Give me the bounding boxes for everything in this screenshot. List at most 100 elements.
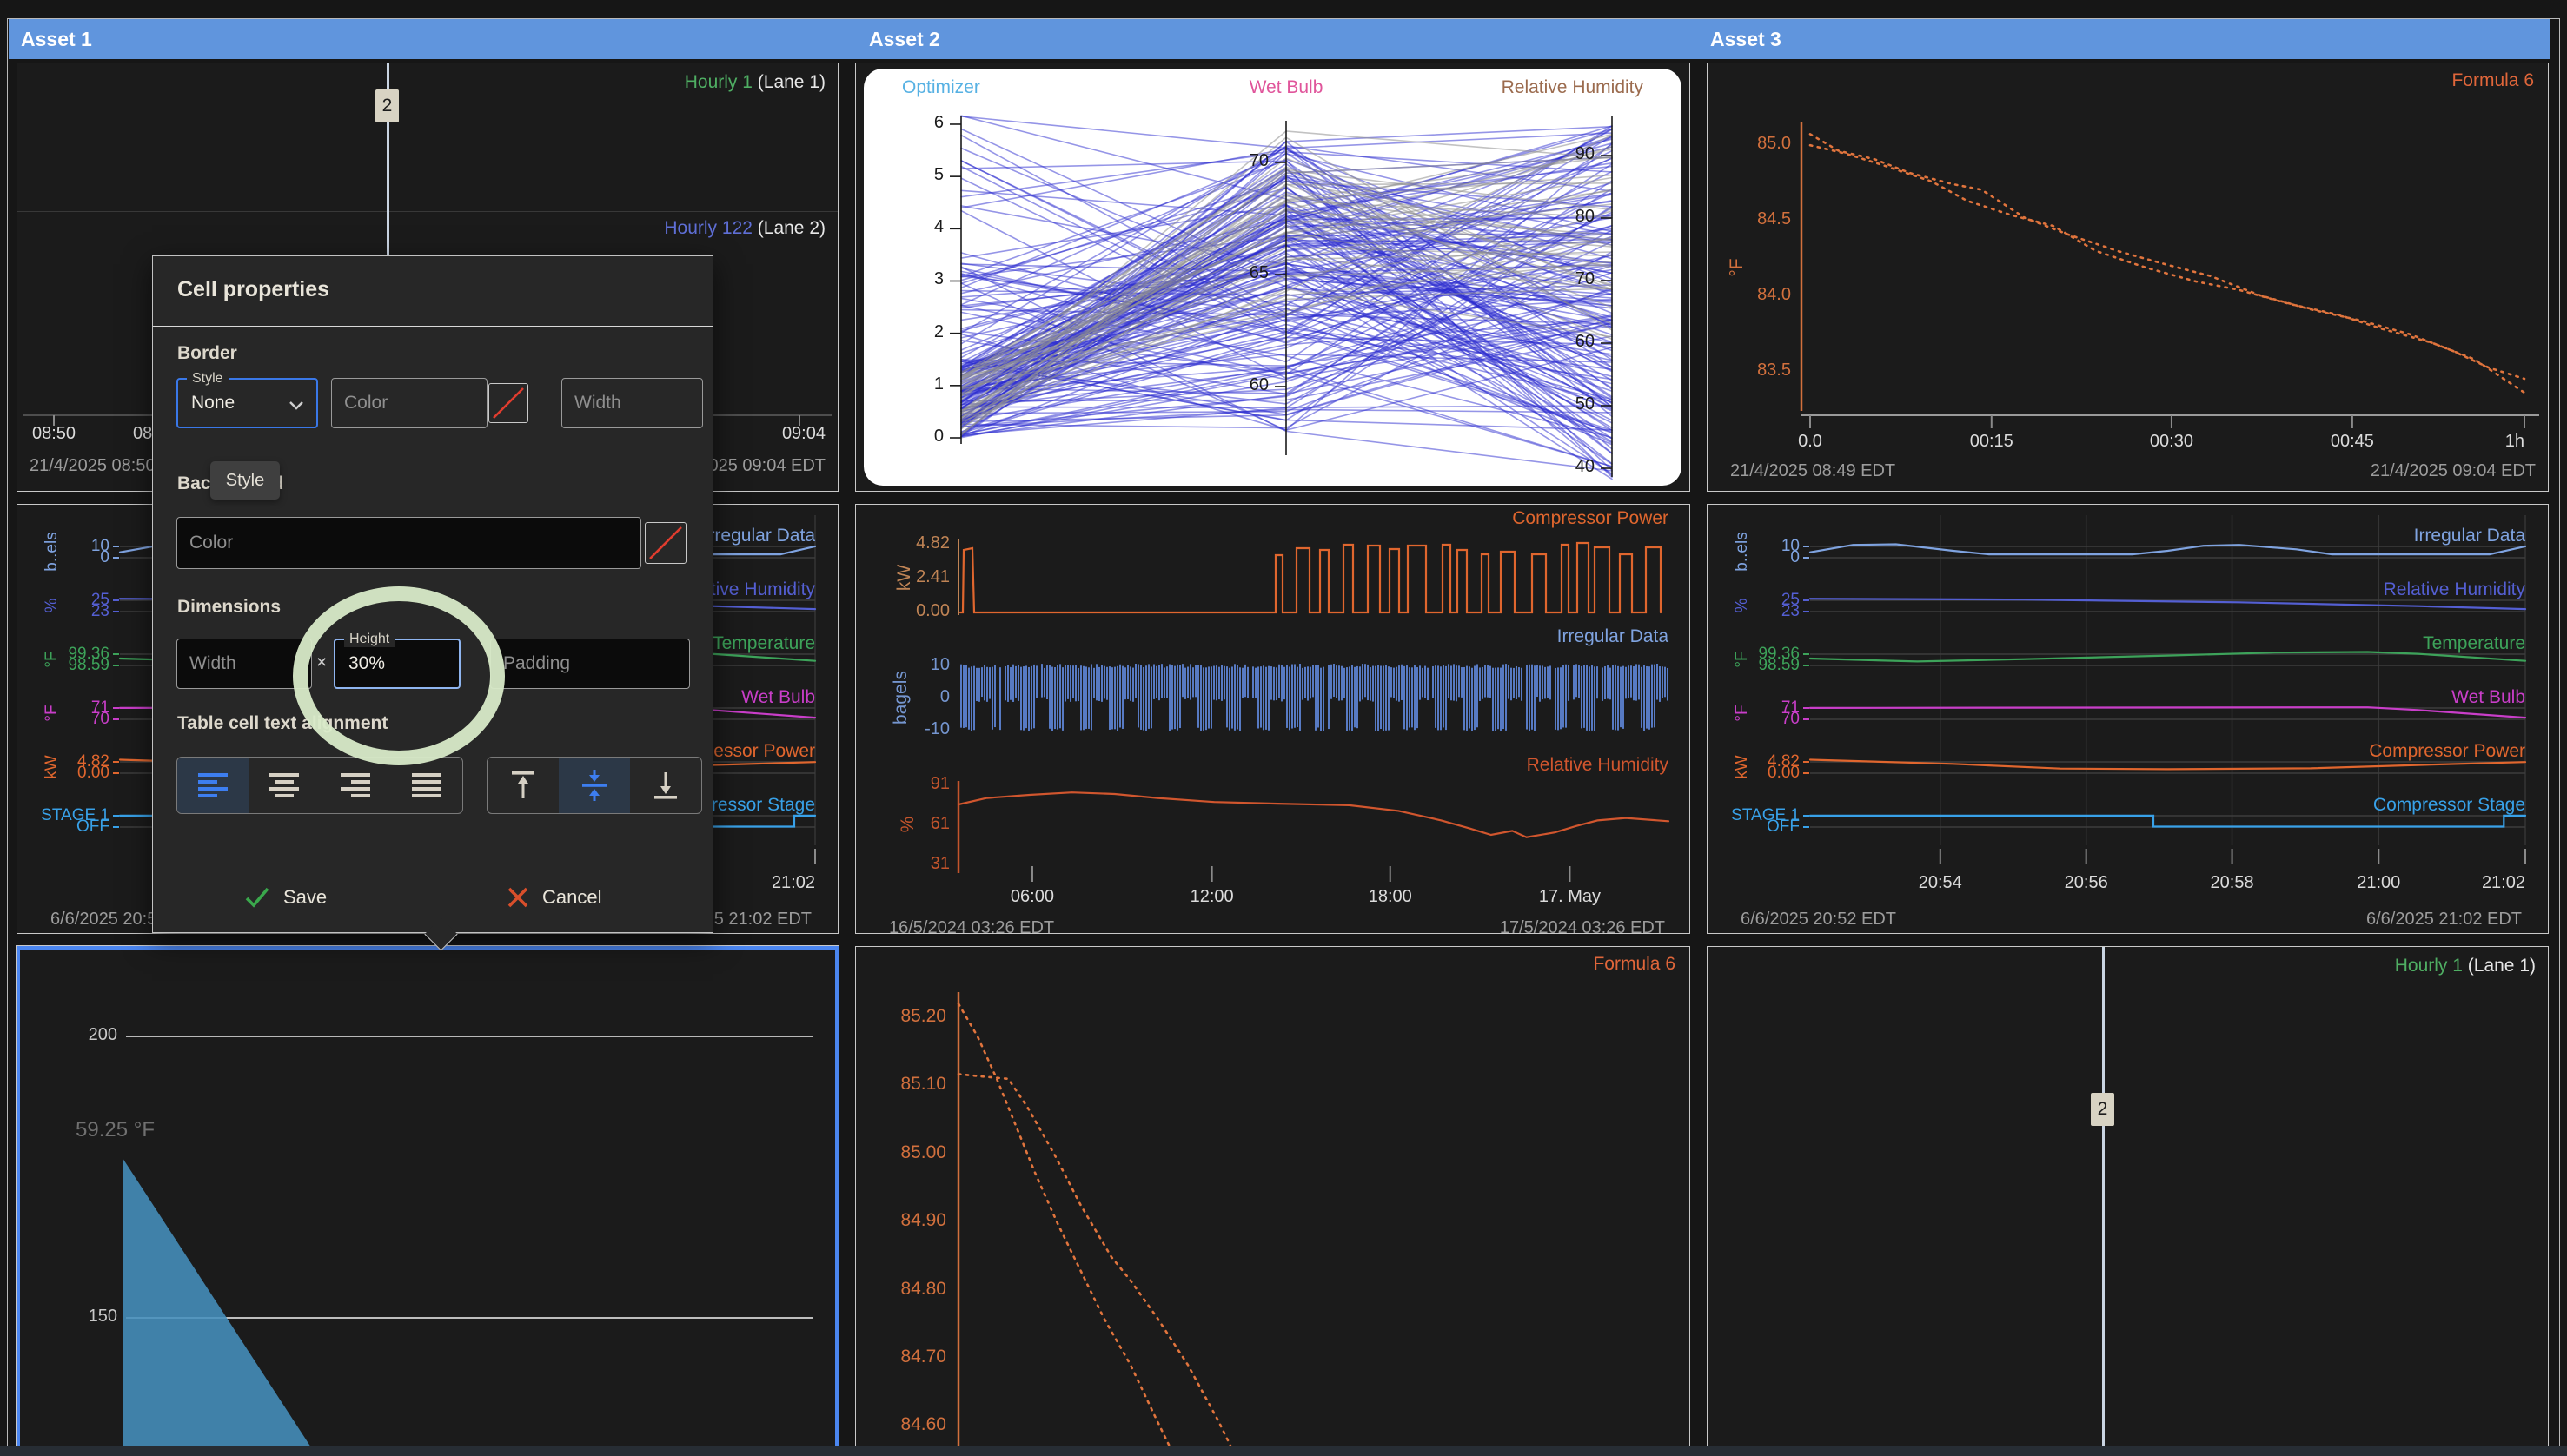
y-tick: 0 xyxy=(940,687,950,707)
close-icon xyxy=(506,885,530,910)
cell-asset2-stacked-trends[interactable]: Compressor Power4.822.410.00kWIrregular … xyxy=(855,504,1690,934)
asset3-bottom-splitter[interactable] xyxy=(2102,947,2105,1456)
x-tick: 20:58 xyxy=(2211,873,2254,893)
no-color-icon xyxy=(646,523,686,563)
y-tick: -10 xyxy=(925,719,950,739)
timestamp-start: 21/4/2025 08:49 EDT xyxy=(1730,461,1895,481)
y-tick: 0.00 xyxy=(916,601,950,621)
x-tick: 17. May xyxy=(1539,887,1601,907)
background-color-swatch[interactable] xyxy=(645,522,687,564)
lane2-label: Hourly 122 (Lane 2) xyxy=(664,218,826,239)
align-justify-button[interactable] xyxy=(391,758,462,813)
lane-unit: b..els xyxy=(43,532,62,571)
y-unit: % xyxy=(898,817,919,833)
lane-tick: 0.00 xyxy=(77,764,109,783)
axis1-tick: 6 xyxy=(934,113,944,133)
cancel-button[interactable]: Cancel xyxy=(506,885,601,910)
height-field-legend: Height xyxy=(344,632,395,647)
align-right-button[interactable] xyxy=(320,758,391,813)
valign-top-button[interactable] xyxy=(488,758,559,813)
lane-label-3: Wet Bulb xyxy=(741,687,815,708)
align-left-button[interactable] xyxy=(177,758,249,813)
y-tick: 85.10 xyxy=(900,1074,946,1095)
border-color-input[interactable] xyxy=(331,378,488,428)
border-color-swatch[interactable] xyxy=(488,383,528,423)
y-tick: 91 xyxy=(931,774,950,794)
align-right-icon xyxy=(338,771,373,800)
lane-label-4-series: Compressor Power xyxy=(2369,741,2525,761)
valign-middle-icon xyxy=(579,769,610,802)
y-tick: 85.0 xyxy=(1757,134,1791,154)
align-center-button[interactable] xyxy=(249,758,320,813)
lane2-label-series: Hourly 122 xyxy=(664,218,753,238)
cell-asset1-selected-triangle-chart[interactable]: 20015059.25 °F xyxy=(17,946,839,1456)
lane-tick: 98.59 xyxy=(68,656,109,675)
lane-label-5-series: Compressor Stage xyxy=(2373,795,2525,815)
lane1-label-series: Hourly 1 xyxy=(2395,956,2463,976)
save-button[interactable]: Save xyxy=(243,885,327,910)
x-tick: 00:30 xyxy=(2150,432,2193,452)
asset1-top-splitter-badge[interactable]: 2 xyxy=(375,89,399,122)
axis2-tick: 70 xyxy=(1250,151,1269,171)
dimension-padding-input[interactable] xyxy=(490,639,690,689)
lane-unit: °F xyxy=(43,651,62,667)
valign-middle-button[interactable] xyxy=(559,758,630,813)
height-field-value: 30% xyxy=(348,653,385,674)
x-tick: 08:50 xyxy=(32,424,76,444)
axis1-tick: 5 xyxy=(934,165,944,185)
parallel-chart xyxy=(864,69,1681,486)
x-tick: 00:45 xyxy=(2331,432,2374,452)
timestamp-end: 17/5/2024 03:26 EDT xyxy=(1500,918,1665,934)
border-width-input[interactable] xyxy=(561,378,703,428)
lane-tick: 98.59 xyxy=(1758,656,1800,675)
formula6-zoom-chart xyxy=(856,947,1689,1456)
header-bar: Asset 1 Asset 2 Asset 3 xyxy=(9,19,2550,59)
x-tick: 21:00 xyxy=(2357,873,2400,893)
dimension-height-field[interactable]: Height 30% xyxy=(334,639,461,689)
style-tooltip: Style xyxy=(210,461,280,500)
cell-asset3-hourly-lanes[interactable]: Hourly 1 (Lane 1)2 xyxy=(1707,946,2549,1456)
border-style-select[interactable]: Style None xyxy=(176,378,318,428)
axis1-tick: 1 xyxy=(934,374,944,394)
asset3-bottom-splitter-badge[interactable]: 2 xyxy=(2091,1093,2114,1126)
lane-unit: kW xyxy=(1733,755,1752,778)
background-color-input[interactable] xyxy=(176,517,641,569)
y-tick: 85.00 xyxy=(900,1142,946,1163)
lane-tick: 0 xyxy=(1790,548,1800,567)
x-tick: 18:00 xyxy=(1369,887,1412,907)
lane1-label-series: Hourly 1 xyxy=(685,72,753,92)
relative-humidity-label-series: Relative Humidity xyxy=(1527,755,1668,775)
axis3-tick: 60 xyxy=(1575,332,1595,352)
align-center-icon xyxy=(267,771,302,800)
dimension-width-input[interactable] xyxy=(176,639,312,689)
valign-bottom-button[interactable] xyxy=(630,758,701,813)
horizontal-align-group xyxy=(176,757,463,814)
lane1-label-suffix: (Lane 1) xyxy=(753,72,826,92)
axis-label-wet-bulb: Wet Bulb xyxy=(1250,77,1323,98)
cell-asset2-formula6-zoom[interactable]: Formula 685.2085.1085.0084.9084.8084.708… xyxy=(855,946,1690,1456)
cell-asset3-multilane-trend[interactable]: 100b..elsIrregular Data2523%Relative Hum… xyxy=(1707,504,2549,934)
asset1-header-label: Asset 1 xyxy=(21,28,92,51)
cell-asset2-parallel-coordinates[interactable]: OptimizerWet BulbRelative Humidity012345… xyxy=(855,63,1690,492)
lane-tick: OFF xyxy=(76,817,109,837)
lane-label-0: Irregular Data xyxy=(2414,526,2525,546)
y-tick: 31 xyxy=(931,854,950,874)
lane-label-0-series: Irregular Data xyxy=(2414,526,2525,546)
x-tick: 00:15 xyxy=(1970,432,2013,452)
align-justify-icon xyxy=(409,771,444,800)
asset2-header-label: Asset 2 xyxy=(869,28,940,51)
irregular-data-label-series: Irregular Data xyxy=(1557,626,1668,646)
x-tick: 20:54 xyxy=(1919,873,1962,893)
axis1-tick: 2 xyxy=(934,322,944,342)
x-tick: 09:04 xyxy=(782,424,826,444)
lane-unit: kW xyxy=(43,755,62,778)
parallel-panel: OptimizerWet BulbRelative Humidity012345… xyxy=(864,69,1681,486)
valign-top-icon xyxy=(507,769,539,802)
timestamp-start: 6/6/2025 20:52 EDT xyxy=(1741,910,1896,930)
irregular-data-label: Irregular Data xyxy=(1557,626,1668,647)
timestamp-end: 6/6/2025 21:02 EDT xyxy=(2366,910,2522,930)
cell-asset3-formula6-trend[interactable]: Formula 685.084.584.083.5°F0.000:1500:30… xyxy=(1707,63,2549,492)
lane-divider xyxy=(17,211,838,212)
lane1-label: Hourly 1 (Lane 1) xyxy=(685,72,826,93)
x-tick: 20:56 xyxy=(2065,873,2108,893)
